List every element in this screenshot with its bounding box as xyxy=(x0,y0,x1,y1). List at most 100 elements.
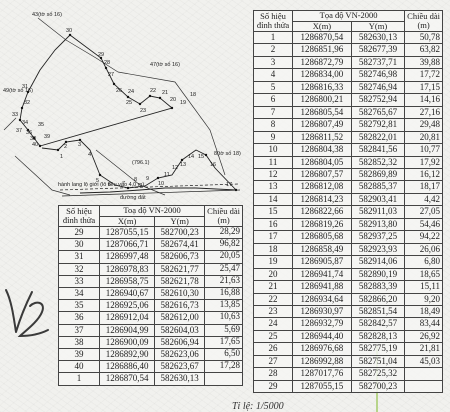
cell-vertex-id: 39 xyxy=(58,348,100,362)
cell-y: 582746,94 xyxy=(350,80,406,95)
cell-x: 1286858,49 xyxy=(292,242,352,257)
cell-vertex-id: 1 xyxy=(253,30,293,45)
cell-y: 582630,13 xyxy=(350,30,406,45)
cell-length: 27,16 xyxy=(404,105,443,120)
cell-vertex-id: 9 xyxy=(253,130,293,145)
cell-length: 10,77 xyxy=(404,143,443,157)
cell-x: 1286912,04 xyxy=(98,311,156,325)
cell-y: 582700,23 xyxy=(154,225,206,240)
svg-text:29: 29 xyxy=(98,52,104,58)
neighbor-label: 8(tờ số 18) xyxy=(214,151,241,157)
table-row: 18 1286858,49 582923,93 26,06 xyxy=(253,242,443,257)
cell-y: 582911,03 xyxy=(350,205,406,219)
cell-length: 26,06 xyxy=(404,242,443,257)
header-coord: Tọa độ VN-2000 xyxy=(291,10,406,22)
cell-vertex-id: 18 xyxy=(253,242,293,257)
cell-y: 582610,30 xyxy=(154,287,206,301)
cell-length: 21,81 xyxy=(404,342,443,356)
table-row: 13 1286812,08 582885,37 18,17 xyxy=(253,180,443,194)
table-row: 30 1287066,71 582674,41 96,82 xyxy=(58,238,243,252)
cell-y: 582841,56 xyxy=(350,143,406,157)
cell-vertex-id: 31 xyxy=(58,250,100,264)
cell-y: 582752,94 xyxy=(350,93,406,107)
cell-length: 25,47 xyxy=(204,262,243,276)
table-row: 33 1286958,75 582621,78 21,63 xyxy=(58,274,243,289)
header-y: Y(m) xyxy=(154,215,206,227)
cell-length: 13,85 xyxy=(204,299,243,313)
cell-y: 582913,80 xyxy=(350,217,406,232)
cell-length: 28,29 xyxy=(204,225,243,240)
cell-vertex-id: 14 xyxy=(253,192,293,207)
cell-length: 27,05 xyxy=(404,205,443,219)
cell-y: 582737,71 xyxy=(350,55,406,70)
table-row: 24 1286932,79 582842,57 83,44 xyxy=(253,317,443,331)
svg-text:3: 3 xyxy=(78,142,81,148)
cell-x: 1286958,75 xyxy=(98,274,156,289)
cell-vertex-id: 10 xyxy=(253,143,293,157)
svg-text:28: 28 xyxy=(104,60,110,66)
cell-length: 94,22 xyxy=(404,230,443,244)
cell-y: 582883,39 xyxy=(350,280,406,294)
svg-text:15: 15 xyxy=(198,154,204,160)
cell-length: 14,16 xyxy=(404,93,443,107)
svg-text:31: 31 xyxy=(22,84,28,90)
cell-x: 1286940,67 xyxy=(98,287,156,301)
cell-vertex-id: 8 xyxy=(253,118,293,132)
cell-x: 1286941,88 xyxy=(292,280,352,294)
cell-x: 1286997,48 xyxy=(98,250,156,264)
cell-vertex-id: 22 xyxy=(253,292,293,306)
svg-text:26: 26 xyxy=(116,88,122,94)
table-row: 10 1286804,38 582841,56 10,77 xyxy=(253,143,443,157)
cell-y: 582842,57 xyxy=(350,317,406,331)
cell-length: 54,46 xyxy=(404,217,443,232)
header-coord: Toạ độ VN-2000 xyxy=(98,205,206,217)
cell-x: 1286872,79 xyxy=(292,55,352,70)
table-row: 29 1287055,15 582700,23 28,29 xyxy=(58,225,243,240)
coordinate-table-left: Số hiệu đỉnh thửa Toạ độ VN-2000 Chiều dà… xyxy=(58,205,243,386)
svg-text:33: 33 xyxy=(12,112,18,118)
cell-vertex-id: 27 xyxy=(253,354,293,369)
cell-vertex-id: 3 xyxy=(253,55,293,70)
cell-x: 1286904,99 xyxy=(98,323,156,337)
cell-length: 6,80 xyxy=(404,255,443,269)
cell-y: 582828,13 xyxy=(350,329,406,344)
table-row: 20 1286941,74 582890,19 18,65 xyxy=(253,267,443,282)
table-row: 22 1286934,64 582866,20 9,20 xyxy=(253,292,443,306)
table-row: 19 1286905,87 582914,06 6,80 xyxy=(253,255,443,269)
cell-vertex-id: 16 xyxy=(253,217,293,232)
cell-y: 582606,73 xyxy=(154,250,206,264)
corridor-label: hành lang lộ giới (lô tiêu vào 4,0 m) xyxy=(58,182,144,188)
cell-x: 1286978,83 xyxy=(98,262,156,276)
cell-x: 1287055,15 xyxy=(292,379,352,394)
svg-text:20: 20 xyxy=(170,97,176,103)
cell-vertex-id: 29 xyxy=(58,225,100,240)
cell-vertex-id: 17 xyxy=(253,230,293,244)
svg-text:4: 4 xyxy=(88,152,91,158)
cell-x: 1286976,68 xyxy=(292,342,352,356)
svg-text:1: 1 xyxy=(60,154,63,160)
cell-y: 582612,00 xyxy=(154,311,206,325)
cell-x: 1286992,88 xyxy=(292,354,352,369)
svg-text:17: 17 xyxy=(226,182,232,188)
neighbor-label: 49(tờ số 16) xyxy=(3,88,33,94)
cell-length: 18,17 xyxy=(404,180,443,194)
cell-x: 1286925,06 xyxy=(98,299,156,313)
cell-x: 1286804,38 xyxy=(292,143,352,157)
cell-x: 1286886,40 xyxy=(98,360,156,374)
cell-length xyxy=(204,372,243,386)
header-id: Số hiệu đỉnh thửa xyxy=(58,205,100,227)
cell-vertex-id: 11 xyxy=(253,155,293,170)
cell-x: 1286941,74 xyxy=(292,267,352,282)
cell-y: 582885,37 xyxy=(350,180,406,194)
cell-y: 582851,54 xyxy=(350,304,406,319)
cell-x: 1286816,33 xyxy=(292,80,352,95)
table-row: 11 1286804,05 582852,32 17,92 xyxy=(253,155,443,170)
svg-text:40: 40 xyxy=(32,142,38,148)
cell-vertex-id: 25 xyxy=(253,329,293,344)
cell-x: 1286932,79 xyxy=(292,317,352,331)
cell-x: 1287017,76 xyxy=(292,367,352,381)
svg-text:27: 27 xyxy=(108,72,114,78)
table-row: 36 1286912,04 582612,00 10,63 xyxy=(58,311,243,325)
cell-length: 4,42 xyxy=(404,192,443,207)
road-label: đường đất xyxy=(120,195,146,201)
